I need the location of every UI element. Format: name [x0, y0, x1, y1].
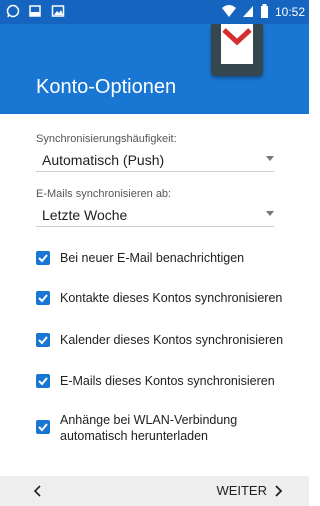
gallery-icon [51, 5, 65, 17]
checkbox-checked[interactable] [36, 251, 50, 265]
next-button-label: WEITER [216, 483, 267, 498]
sync-emails-from-select[interactable]: Letzte Woche [36, 203, 274, 227]
checkmark-icon [38, 423, 48, 432]
select-underline [36, 226, 274, 227]
checkbox-checked[interactable] [36, 420, 50, 434]
status-time: 10:52 [274, 5, 305, 19]
option-label: Bei neuer E-Mail benachrichtigen [60, 251, 245, 265]
sync-frequency-value: Automatisch (Push) [42, 152, 165, 168]
chevron-left-icon [33, 485, 41, 497]
select-underline [36, 171, 274, 172]
option-label-line2: automatisch herunterladen [60, 429, 209, 443]
checkmark-icon [38, 254, 48, 263]
option-label-line1: Anhänge bei WLAN-Verbindung [60, 413, 238, 427]
checkmark-icon [38, 336, 48, 345]
battery-icon [260, 4, 268, 18]
option-label: Kalender dieses Kontos synchronisieren [60, 333, 284, 347]
checkbox-checked[interactable] [36, 291, 50, 305]
next-button[interactable]: WEITER [216, 483, 285, 499]
sync-frequency-select[interactable]: Automatisch (Push) [36, 148, 274, 172]
sync-emails-from-label: E-Mails synchronisieren ab: [36, 188, 172, 200]
envelope-graphic [221, 24, 253, 64]
notification-icon [29, 5, 42, 17]
option-label: E-Mails dieses Kontos synchronisieren [60, 374, 275, 388]
option-label: Kontakte dieses Kontos synchronisieren [60, 291, 283, 305]
dropdown-arrow-icon [266, 211, 274, 216]
gmail-icon [211, 24, 263, 76]
chevron-right-icon [275, 485, 283, 497]
status-right-icons: 10:52 [219, 3, 305, 21]
sync-frequency-label: Synchronisierungshäufigkeit: [36, 133, 177, 145]
checkbox-checked[interactable] [36, 333, 50, 347]
status-bar: 10:52 [0, 0, 309, 24]
sync-emails-from-value: Letzte Woche [42, 207, 128, 223]
checkbox-checked[interactable] [36, 374, 50, 388]
checkmark-icon [38, 377, 48, 386]
whatsapp-icon [6, 4, 20, 18]
back-button[interactable] [30, 483, 46, 499]
signal-icon [243, 6, 254, 17]
dropdown-arrow-icon [266, 156, 274, 161]
status-left-icons [6, 4, 69, 20]
wifi-icon [221, 5, 236, 17]
page-title: Konto-Optionen [36, 76, 177, 98]
checkmark-icon [38, 294, 48, 303]
bottom-bar: WEITER [0, 476, 309, 506]
